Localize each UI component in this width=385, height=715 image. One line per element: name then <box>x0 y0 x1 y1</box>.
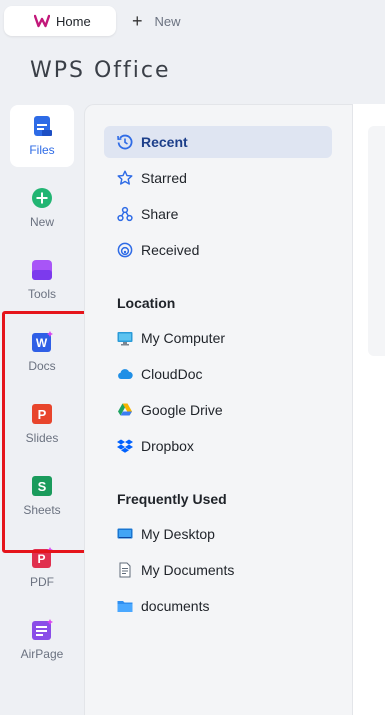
google-drive-icon <box>117 402 133 418</box>
rail-item-airpage[interactable]: AirPage <box>10 609 74 671</box>
rail-item-pdf[interactable]: P PDF <box>10 537 74 599</box>
pdf-icon: P <box>32 547 53 568</box>
nav-label-starred: Starred <box>141 170 187 186</box>
cloud-icon <box>117 366 133 382</box>
desktop-icon <box>117 526 133 542</box>
nav-item-my-documents[interactable]: My Documents <box>104 554 332 586</box>
rail-item-sheets[interactable]: S Sheets <box>10 465 74 527</box>
rail-item-slides[interactable]: P Slides <box>10 393 74 455</box>
received-icon <box>117 242 133 258</box>
rail-label-slides: Slides <box>25 431 59 445</box>
nav-label-my-documents: My Documents <box>141 562 235 578</box>
nav-item-received[interactable]: Received <box>104 234 332 266</box>
share-icon <box>117 206 133 222</box>
nav-label-my-desktop: My Desktop <box>141 526 215 542</box>
docs-icon: W <box>32 331 53 352</box>
rail-label-docs: Docs <box>28 359 56 373</box>
frequent-section-title: Frequently Used <box>117 491 227 507</box>
nav-label-recent: Recent <box>141 134 188 150</box>
dropbox-icon <box>117 438 133 454</box>
tab-bar: Home + New <box>0 0 385 40</box>
left-rail: Files New Tools W Docs P Slides S Sheets… <box>0 100 84 715</box>
svg-text:P: P <box>37 552 45 566</box>
sheets-icon: S <box>32 476 52 496</box>
nav-label-share: Share <box>141 206 179 222</box>
content-card <box>368 126 385 356</box>
rail-label-new: New <box>29 215 54 229</box>
svg-text:S: S <box>38 479 47 494</box>
slides-icon: P <box>32 404 52 424</box>
location-section-title: Location <box>117 295 176 311</box>
airpage-icon <box>32 619 53 640</box>
plus-icon: + <box>132 11 143 31</box>
nav-item-dropbox[interactable]: Dropbox <box>104 430 332 462</box>
nav-label-received: Received <box>141 242 200 258</box>
nav-item-share[interactable]: Share <box>104 198 332 230</box>
rail-item-tools[interactable]: Tools <box>10 249 74 311</box>
nav-label-my-computer: My Computer <box>141 330 226 346</box>
computer-icon <box>117 330 133 346</box>
tab-home[interactable]: Home <box>4 6 116 36</box>
nav-item-recent[interactable]: Recent <box>104 126 332 158</box>
nav-item-starred[interactable]: Starred <box>104 162 332 194</box>
rail-label-files: Files <box>29 143 55 157</box>
rail-label-tools: Tools <box>27 287 56 301</box>
tools-icon <box>32 260 52 280</box>
svg-text:W: W <box>36 336 48 350</box>
wps-logo-icon <box>34 14 50 28</box>
recent-clock-icon <box>117 134 133 150</box>
nav-item-google-drive[interactable]: Google Drive <box>104 394 332 426</box>
files-icon <box>34 116 52 136</box>
nav-item-clouddoc[interactable]: CloudDoc <box>104 358 332 390</box>
folder-icon <box>117 598 133 614</box>
nav-item-my-desktop[interactable]: My Desktop <box>104 518 332 550</box>
nav-item-documents-folder[interactable]: documents <box>104 590 332 622</box>
rail-label-airpage: AirPage <box>20 647 64 661</box>
rail-label-sheets: Sheets <box>23 503 61 517</box>
nav-label-dropbox: Dropbox <box>141 438 194 454</box>
rail-label-pdf: PDF <box>30 575 54 589</box>
svg-text:P: P <box>38 407 47 422</box>
nav-label-documents-folder: documents <box>141 598 210 614</box>
rail-item-docs[interactable]: W Docs <box>10 321 74 383</box>
new-plus-icon <box>32 188 52 208</box>
new-tab-button[interactable]: + New <box>132 10 181 32</box>
nav-item-my-computer[interactable]: My Computer <box>104 322 332 354</box>
new-tab-label: New <box>154 13 181 29</box>
app-title: WPS Office <box>30 58 171 83</box>
rail-item-new[interactable]: New <box>10 177 74 239</box>
rail-item-files[interactable]: Files <box>10 105 74 167</box>
documents-icon <box>117 562 133 578</box>
tab-home-label: Home <box>56 13 91 29</box>
star-icon <box>117 170 133 186</box>
nav-label-google-drive: Google Drive <box>141 402 223 418</box>
nav-label-clouddoc: CloudDoc <box>141 366 203 382</box>
